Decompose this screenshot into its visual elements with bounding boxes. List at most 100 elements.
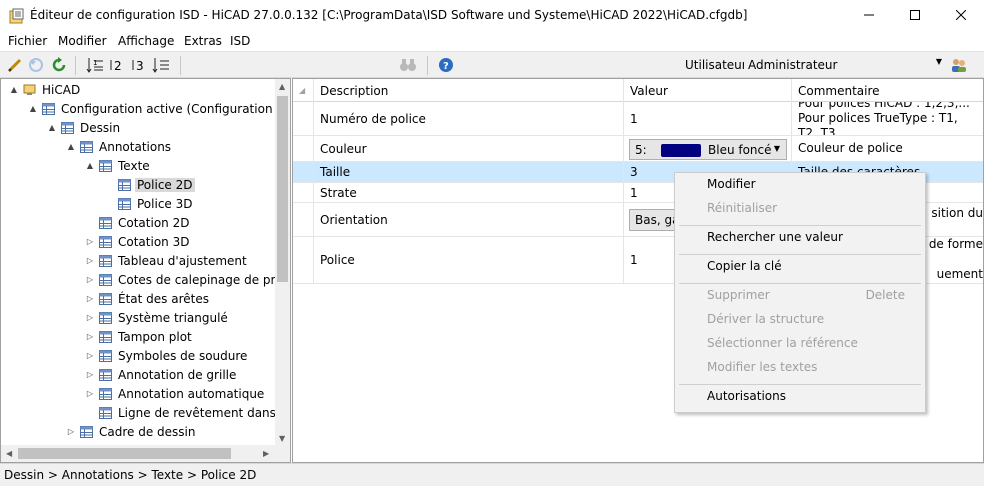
row-header — [293, 102, 314, 135]
collapse-icon[interactable] — [152, 56, 170, 74]
collapse-arrow-icon[interactable]: ▲ — [85, 161, 95, 170]
context-menu-copier-cle[interactable]: Copier la clé — [707, 259, 782, 273]
collapse-arrow-icon[interactable]: ▲ — [28, 104, 38, 113]
tree-item[interactable]: Cotation 2D — [85, 213, 191, 232]
context-menu-autorisations[interactable]: Autorisations — [707, 389, 786, 403]
expand-arrow-icon[interactable]: ▷ — [85, 275, 95, 284]
tree-item[interactable]: ▲ Annotations — [66, 137, 173, 156]
menu-affichage[interactable]: Affichage — [118, 34, 174, 48]
tree-item[interactable]: ▷ État des arêtes — [85, 289, 211, 308]
expand-level-3-icon[interactable]: 3 — [130, 56, 148, 74]
tree-item-label: Annotation automatique — [118, 386, 265, 401]
context-menu-rechercher[interactable]: Rechercher une valeur — [707, 230, 843, 244]
expand-arrow-icon[interactable]: ▷ — [66, 427, 76, 436]
minimize-button[interactable] — [846, 0, 892, 31]
table-icon — [99, 368, 112, 381]
table-icon — [99, 273, 112, 286]
maximize-button[interactable] — [892, 0, 938, 31]
context-menu-modifier[interactable]: Modifier — [707, 177, 756, 191]
tree-item[interactable]: Ligne de revêtement dans la v — [85, 403, 290, 422]
computer-icon — [23, 84, 36, 96]
scrollbar-corner — [275, 445, 290, 462]
user-select[interactable]: Administrateur ▼ — [744, 55, 946, 75]
context-menu-selectionner: Sélectionner la référence — [707, 336, 858, 350]
close-button[interactable] — [938, 0, 984, 31]
row-header — [293, 237, 314, 283]
menu-separator — [679, 225, 921, 226]
tree-item[interactable]: ▲ Configuration active (Configuration de … — [28, 99, 290, 118]
tree-pane[interactable]: ▲ HiCAD ▲ Configuration active (Configurati… — [0, 78, 291, 463]
menu-modifier[interactable]: Modifier — [58, 34, 107, 48]
grid-header: ◢ Description Valeur Commentaire — [293, 79, 983, 102]
expand-level-1-icon[interactable]: 1 — [86, 56, 104, 74]
column-header-value[interactable]: Valeur — [624, 79, 792, 102]
tree-item[interactable]: ▷ Annotation automatique — [85, 384, 266, 403]
tree-item[interactable]: ▷ Cadre de dessin — [66, 422, 197, 441]
expand-arrow-icon[interactable]: ▷ — [85, 389, 95, 398]
expand-arrow-icon[interactable]: ▷ — [85, 237, 95, 246]
tree-item[interactable]: ▷ Tampon plot — [85, 327, 194, 346]
expand-arrow-icon[interactable]: ▷ — [85, 370, 95, 379]
scroll-right-icon[interactable]: ▶ — [263, 449, 269, 458]
undo-icon[interactable] — [27, 56, 45, 74]
color-select[interactable]: 5: Bleu foncé ▼ — [629, 139, 787, 160]
tree-item[interactable]: ▲ Texte — [85, 156, 152, 175]
tree-horizontal-scrollbar[interactable]: ◀ ▶ — [1, 445, 276, 462]
tree-vertical-scrollbar[interactable]: ▲ ▼ — [275, 79, 290, 446]
row-header — [293, 136, 314, 161]
column-header-description[interactable]: Description — [314, 79, 624, 102]
menu-separator — [679, 283, 921, 284]
expand-arrow-icon[interactable]: ▷ — [85, 351, 95, 360]
column-header-comment[interactable]: Commentaire — [792, 79, 983, 102]
cell-comment: Couleur de police — [798, 141, 903, 155]
collapse-arrow-icon[interactable]: ▲ — [9, 85, 19, 94]
context-menu-modifier-textes: Modifier les textes — [707, 360, 818, 374]
collapse-arrow-icon[interactable]: ▲ — [66, 142, 76, 151]
scrollbar-thumb[interactable] — [18, 448, 231, 459]
grid-row-couleur[interactable]: Couleur 5: Bleu foncé ▼ Couleur de polic… — [293, 136, 983, 162]
table-icon — [99, 235, 112, 248]
table-icon — [99, 159, 112, 172]
tree-item-label: Cotation 2D — [118, 215, 190, 230]
tree-item[interactable]: ▲ Dessin — [47, 118, 122, 137]
expand-level-2-icon[interactable]: 2 — [108, 56, 126, 74]
scroll-down-icon[interactable]: ▼ — [279, 434, 285, 443]
refresh-icon[interactable] — [50, 56, 68, 74]
expand-arrow-icon[interactable]: ▷ — [85, 313, 95, 322]
context-menu: Modifier Réinitialiser Rechercher une va… — [674, 172, 926, 413]
tree-item[interactable]: ▷ Tableau d'ajustement — [85, 251, 249, 270]
tree-item[interactable]: ▷ Cotation 3D — [85, 232, 191, 251]
svg-text:2: 2 — [114, 59, 122, 73]
users-icon[interactable] — [950, 56, 968, 74]
tree-item[interactable]: ▷ Annotation de grille — [85, 365, 238, 384]
tree-item[interactable]: ▷ Cotes de calepinage de profilé — [85, 270, 290, 289]
scroll-left-icon[interactable]: ◀ — [6, 449, 12, 458]
row-header — [293, 183, 314, 202]
expand-arrow-icon[interactable]: ▷ — [85, 332, 95, 341]
cell-value[interactable]: 5: Bleu foncé ▼ — [624, 136, 792, 161]
menu-fichier[interactable]: Fichier — [8, 34, 47, 48]
cell-value[interactable]: 1 — [624, 102, 792, 135]
status-breadcrumb: Dessin > Annotations > Texte > Police 2D — [4, 468, 257, 482]
binoculars-icon[interactable] — [399, 56, 417, 74]
tree-item[interactable]: Police 2D — [104, 175, 195, 194]
tree-item[interactable]: Police 3D — [104, 194, 195, 213]
minimize-icon — [864, 9, 874, 23]
expand-arrow-icon[interactable]: ▷ — [85, 294, 95, 303]
row-header — [293, 203, 314, 236]
scrollbar-thumb[interactable] — [277, 96, 288, 282]
collapse-arrow-icon[interactable]: ▲ — [47, 123, 57, 132]
menu-extras[interactable]: Extras — [184, 34, 222, 48]
tree-item[interactable]: ▲ HiCAD — [9, 80, 82, 99]
svg-text:3: 3 — [136, 59, 144, 73]
menu-isd[interactable]: ISD — [230, 34, 250, 48]
scroll-up-icon[interactable]: ▲ — [279, 82, 285, 91]
pencil-icon[interactable] — [6, 56, 24, 74]
dropdown-arrow-icon: ▼ — [935, 57, 942, 66]
tree-item[interactable]: ▷ Système triangulé — [85, 308, 230, 327]
expand-arrow-icon[interactable]: ▷ — [85, 256, 95, 265]
help-icon[interactable]: ? — [437, 56, 455, 74]
tree-item[interactable]: ▷ Symboles de soudure — [85, 346, 249, 365]
tree-item-label: Tampon plot — [118, 329, 192, 344]
grid-row-numero-police[interactable]: Numéro de police 1 Pour polices HiCAD : … — [293, 102, 983, 136]
